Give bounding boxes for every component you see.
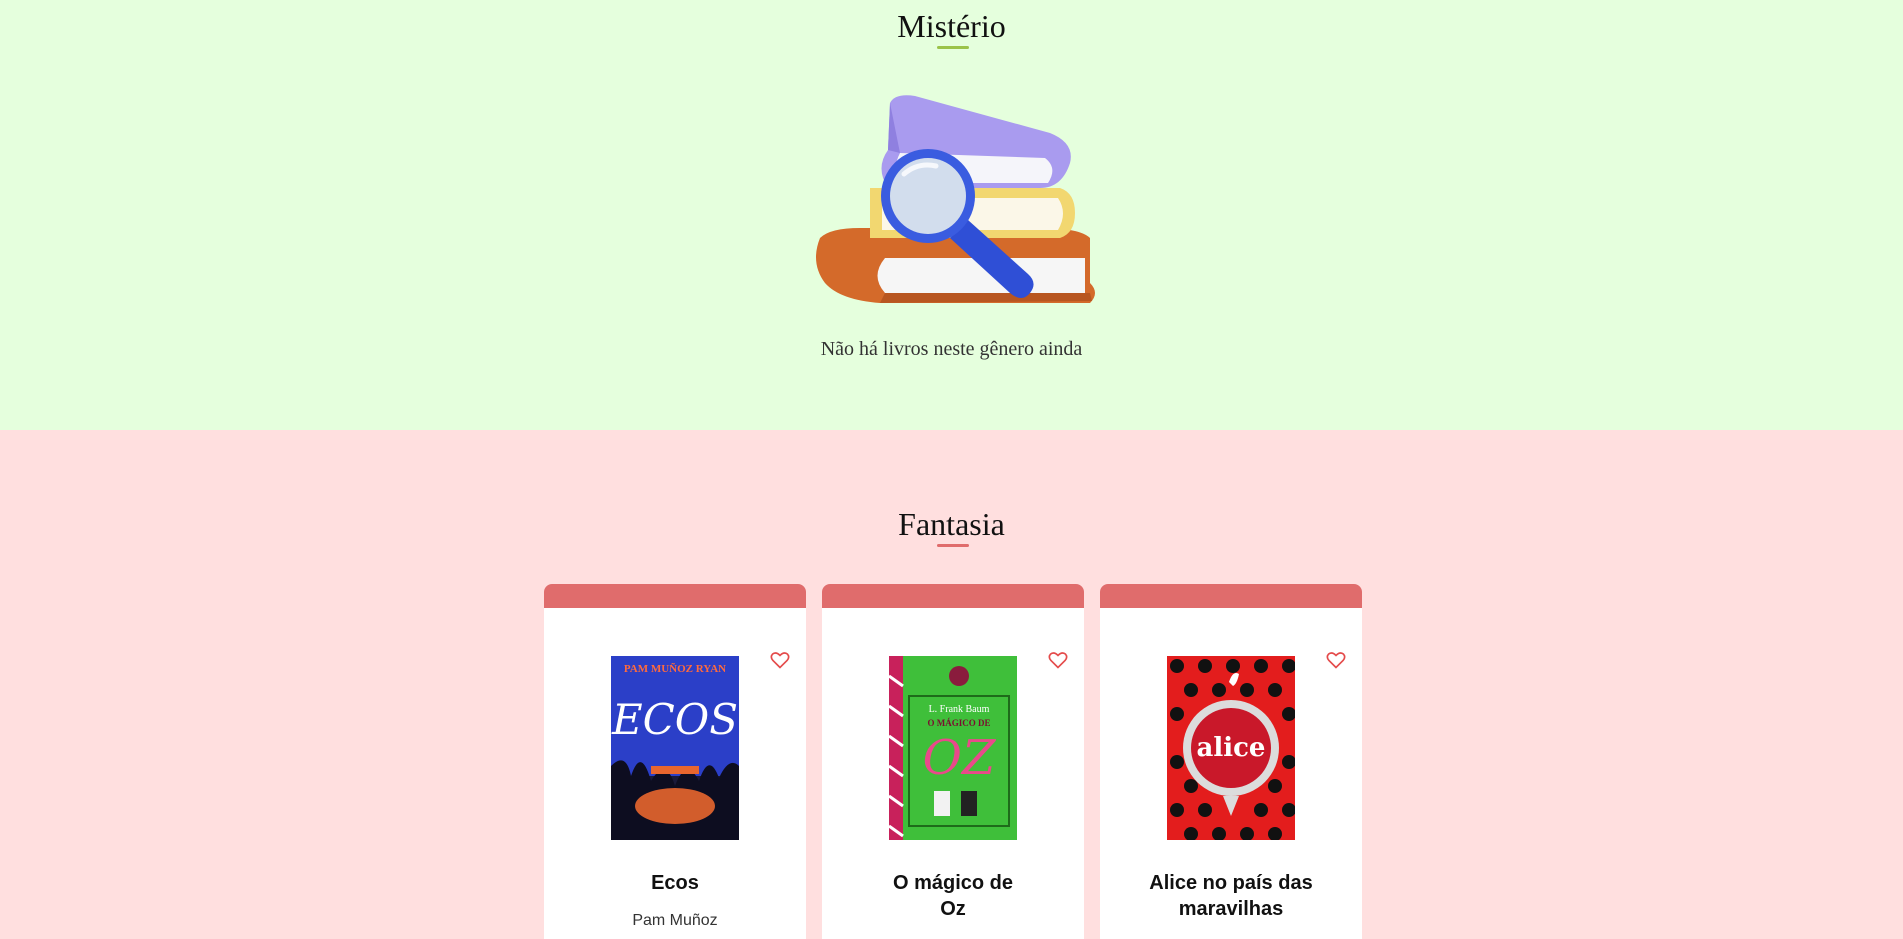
book-card[interactable]: PAM MUÑOZ RYAN ECOS Ecos Pam Muñoz xyxy=(544,584,806,939)
books-magnifier-icon xyxy=(816,95,1095,303)
card-header-band xyxy=(822,584,1084,608)
card-header-band xyxy=(544,584,806,608)
cover-author-text: PAM MUÑOZ RYAN xyxy=(624,663,726,675)
fantasy-title: Fantasia xyxy=(898,506,1005,542)
mystery-title-underline xyxy=(937,46,969,49)
empty-genre-message: Não há livros neste gênero ainda xyxy=(820,338,1083,360)
book-author: Pam Muñoz xyxy=(632,912,718,929)
mystery-title: Mistério xyxy=(897,8,1006,44)
book-cover-image[interactable]: L. Frank Baum O MÁGICO DE OZ xyxy=(889,656,1017,840)
cover-title-text: ECOS xyxy=(611,695,738,744)
book-cover-image[interactable]: PAM MUÑOZ RYAN ECOS xyxy=(611,656,739,840)
cover-title-text: OZ xyxy=(923,730,997,786)
card-header-band xyxy=(1100,584,1362,608)
book-title[interactable]: Alice no país das maravilhas xyxy=(1120,870,1342,922)
book-card[interactable]: alice Alice no país das maravilhas xyxy=(1100,584,1362,939)
cover-subtitle-text: O MÁGICO DE xyxy=(928,718,991,728)
book-cover-image[interactable]: alice xyxy=(1167,656,1295,840)
book-title[interactable]: Ecos xyxy=(564,870,786,896)
fantasy-title-underline xyxy=(937,544,969,547)
heart-icon[interactable] xyxy=(1326,650,1346,670)
cover-title-text: alice xyxy=(1197,733,1266,763)
book-card[interactable]: L. Frank Baum O MÁGICO DE OZ O mágico de… xyxy=(822,584,1084,939)
heart-icon[interactable] xyxy=(1048,650,1068,670)
cover-author-text: L. Frank Baum xyxy=(929,704,990,715)
heart-icon[interactable] xyxy=(770,650,790,670)
mystery-section: Mistério Não há livros neste gênero aind… xyxy=(0,0,1903,430)
book-title[interactable]: O mágico de Oz xyxy=(882,870,1024,922)
